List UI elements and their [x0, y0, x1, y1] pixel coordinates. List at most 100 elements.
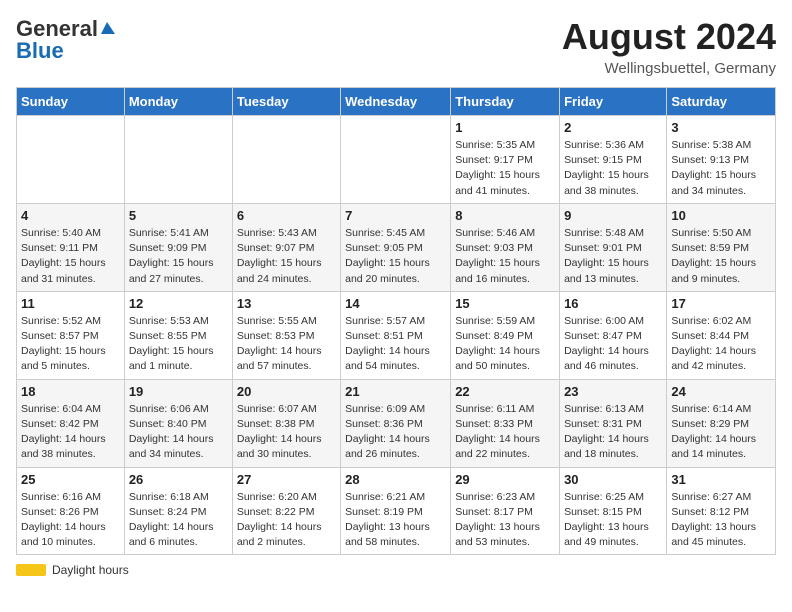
header: General Blue August 2024 Wellingsbuettel… — [16, 16, 776, 77]
day-number: 23 — [564, 384, 662, 399]
day-number: 2 — [564, 120, 662, 135]
day-number: 7 — [345, 208, 446, 223]
calendar-cell: 17Sunrise: 6:02 AMSunset: 8:44 PMDayligh… — [667, 291, 776, 379]
calendar-cell: 18 Sunrise: 6:04 AMSunset: 8:42 PMDayligh… — [17, 379, 125, 467]
day-number: 10 — [671, 208, 771, 223]
calendar-cell: 4 Sunrise: 5:40 AMSunset: 9:11 PMDaylight… — [17, 203, 125, 291]
calendar-cell: 21Sunrise: 6:09 AMSunset: 8:36 PMDayligh… — [341, 379, 451, 467]
day-info: Sunrise: 5:50 AMSunset: 8:59 PMDaylight:… — [671, 226, 771, 287]
calendar-cell — [124, 116, 232, 204]
day-number: 24 — [671, 384, 771, 399]
day-info: Sunrise: 5:59 AMSunset: 8:49 PMDaylight:… — [455, 314, 555, 375]
day-of-week-header: Friday — [560, 88, 667, 116]
day-info: Sunrise: 6:16 AMSunset: 8:26 PMDaylight:… — [21, 490, 120, 551]
calendar-cell: 2 Sunrise: 5:36 AMSunset: 9:15 PMDaylight… — [560, 116, 667, 204]
calendar-cell — [341, 116, 451, 204]
day-of-week-header: Wednesday — [341, 88, 451, 116]
day-of-week-header: Saturday — [667, 88, 776, 116]
day-number: 9 — [564, 208, 662, 223]
day-number: 14 — [345, 296, 446, 311]
calendar-week-row: 4 Sunrise: 5:40 AMSunset: 9:11 PMDaylight… — [17, 203, 776, 291]
day-info: Sunrise: 6:25 AMSunset: 8:15 PMDaylight:… — [564, 490, 662, 551]
calendar-cell: 24Sunrise: 6:14 AMSunset: 8:29 PMDayligh… — [667, 379, 776, 467]
calendar-cell: 14Sunrise: 5:57 AMSunset: 8:51 PMDayligh… — [341, 291, 451, 379]
day-number: 12 — [129, 296, 228, 311]
calendar-cell: 31 Sunrise: 6:27 AMSunset: 8:12 PMDayligh… — [667, 467, 776, 555]
calendar-cell: 30Sunrise: 6:25 AMSunset: 8:15 PMDayligh… — [560, 467, 667, 555]
day-info: Sunrise: 6:06 AMSunset: 8:40 PMDaylight:… — [129, 402, 228, 463]
day-number: 4 — [21, 208, 120, 223]
day-number: 3 — [671, 120, 771, 135]
location: Wellingsbuettel, Germany — [562, 60, 776, 77]
day-of-week-header: Monday — [124, 88, 232, 116]
day-info: Sunrise: 6:11 AMSunset: 8:33 PMDaylight:… — [455, 402, 555, 463]
logo-icon — [99, 20, 117, 38]
day-info: Sunrise: 5:36 AMSunset: 9:15 PMDaylight:… — [564, 138, 662, 199]
calendar-cell: 10 Sunrise: 5:50 AMSunset: 8:59 PMDayligh… — [667, 203, 776, 291]
day-info: Sunrise: 5:43 AMSunset: 9:07 PMDaylight:… — [237, 226, 336, 287]
day-number: 25 — [21, 472, 120, 487]
day-number: 21 — [345, 384, 446, 399]
day-number: 8 — [455, 208, 555, 223]
title-area: August 2024 Wellingsbuettel, Germany — [562, 16, 776, 77]
day-number: 20 — [237, 384, 336, 399]
calendar-cell: 13 Sunrise: 5:55 AMSunset: 8:53 PMDayligh… — [232, 291, 340, 379]
calendar-cell: 3 Sunrise: 5:38 AMSunset: 9:13 PMDaylight… — [667, 116, 776, 204]
day-number: 22 — [455, 384, 555, 399]
day-info: Sunrise: 5:46 AMSunset: 9:03 PMDaylight:… — [455, 226, 555, 287]
calendar-cell: 12 Sunrise: 5:53 AMSunset: 8:55 PMDayligh… — [124, 291, 232, 379]
day-info: Sunrise: 6:21 AMSunset: 8:19 PMDaylight:… — [345, 490, 446, 551]
calendar-cell: 5Sunrise: 5:41 AMSunset: 9:09 PMDaylight… — [124, 203, 232, 291]
day-info: Sunrise: 5:38 AMSunset: 9:13 PMDaylight:… — [671, 138, 771, 199]
day-number: 13 — [237, 296, 336, 311]
day-info: Sunrise: 5:53 AMSunset: 8:55 PMDaylight:… — [129, 314, 228, 375]
calendar-cell: 15Sunrise: 5:59 AMSunset: 8:49 PMDayligh… — [451, 291, 560, 379]
day-info: Sunrise: 6:18 AMSunset: 8:24 PMDaylight:… — [129, 490, 228, 551]
day-number: 28 — [345, 472, 446, 487]
day-of-week-header: Sunday — [17, 88, 125, 116]
legend: Daylight hours — [16, 563, 776, 577]
day-info: Sunrise: 6:07 AMSunset: 8:38 PMDaylight:… — [237, 402, 336, 463]
calendar-week-row: 18 Sunrise: 6:04 AMSunset: 8:42 PMDayligh… — [17, 379, 776, 467]
day-number: 5 — [129, 208, 228, 223]
month-year: August 2024 — [562, 16, 776, 58]
day-info: Sunrise: 5:40 AMSunset: 9:11 PMDaylight:… — [21, 226, 120, 287]
calendar-cell — [17, 116, 125, 204]
calendar-cell: 1 Sunrise: 5:35 AMSunset: 9:17 PMDaylight… — [451, 116, 560, 204]
day-number: 27 — [237, 472, 336, 487]
day-of-week-header: Thursday — [451, 88, 560, 116]
day-info: Sunrise: 5:55 AMSunset: 8:53 PMDaylight:… — [237, 314, 336, 375]
day-info: Sunrise: 6:02 AMSunset: 8:44 PMDaylight:… — [671, 314, 771, 375]
day-number: 19 — [129, 384, 228, 399]
calendar-cell: 23 Sunrise: 6:13 AMSunset: 8:31 PMDayligh… — [560, 379, 667, 467]
calendar-cell: 20 Sunrise: 6:07 AMSunset: 8:38 PMDayligh… — [232, 379, 340, 467]
day-number: 31 — [671, 472, 771, 487]
day-number: 18 — [21, 384, 120, 399]
day-info: Sunrise: 6:04 AMSunset: 8:42 PMDaylight:… — [21, 402, 120, 463]
day-info: Sunrise: 5:35 AMSunset: 9:17 PMDaylight:… — [455, 138, 555, 199]
calendar-header-row: SundayMondayTuesdayWednesdayThursdayFrid… — [17, 88, 776, 116]
calendar-week-row: 1 Sunrise: 5:35 AMSunset: 9:17 PMDaylight… — [17, 116, 776, 204]
calendar-cell: 6 Sunrise: 5:43 AMSunset: 9:07 PMDaylight… — [232, 203, 340, 291]
day-number: 11 — [21, 296, 120, 311]
day-of-week-header: Tuesday — [232, 88, 340, 116]
calendar-cell: 11 Sunrise: 5:52 AMSunset: 8:57 PMDayligh… — [17, 291, 125, 379]
day-number: 29 — [455, 472, 555, 487]
legend-label: Daylight hours — [52, 563, 129, 577]
day-number: 1 — [455, 120, 555, 135]
day-info: Sunrise: 5:52 AMSunset: 8:57 PMDaylight:… — [21, 314, 120, 375]
calendar-cell: 16Sunrise: 6:00 AMSunset: 8:47 PMDayligh… — [560, 291, 667, 379]
day-info: Sunrise: 5:48 AMSunset: 9:01 PMDaylight:… — [564, 226, 662, 287]
day-number: 6 — [237, 208, 336, 223]
calendar-cell: 8 Sunrise: 5:46 AMSunset: 9:03 PMDaylight… — [451, 203, 560, 291]
day-info: Sunrise: 5:45 AMSunset: 9:05 PMDaylight:… — [345, 226, 446, 287]
calendar-week-row: 25 Sunrise: 6:16 AMSunset: 8:26 PMDayligh… — [17, 467, 776, 555]
day-number: 26 — [129, 472, 228, 487]
calendar-cell: 29Sunrise: 6:23 AMSunset: 8:17 PMDayligh… — [451, 467, 560, 555]
day-info: Sunrise: 6:13 AMSunset: 8:31 PMDaylight:… — [564, 402, 662, 463]
calendar-cell: 25 Sunrise: 6:16 AMSunset: 8:26 PMDayligh… — [17, 467, 125, 555]
day-info: Sunrise: 6:27 AMSunset: 8:12 PMDaylight:… — [671, 490, 771, 551]
calendar-cell: 28 Sunrise: 6:21 AMSunset: 8:19 PMDayligh… — [341, 467, 451, 555]
calendar-week-row: 11 Sunrise: 5:52 AMSunset: 8:57 PMDayligh… — [17, 291, 776, 379]
logo-blue: Blue — [16, 38, 64, 64]
